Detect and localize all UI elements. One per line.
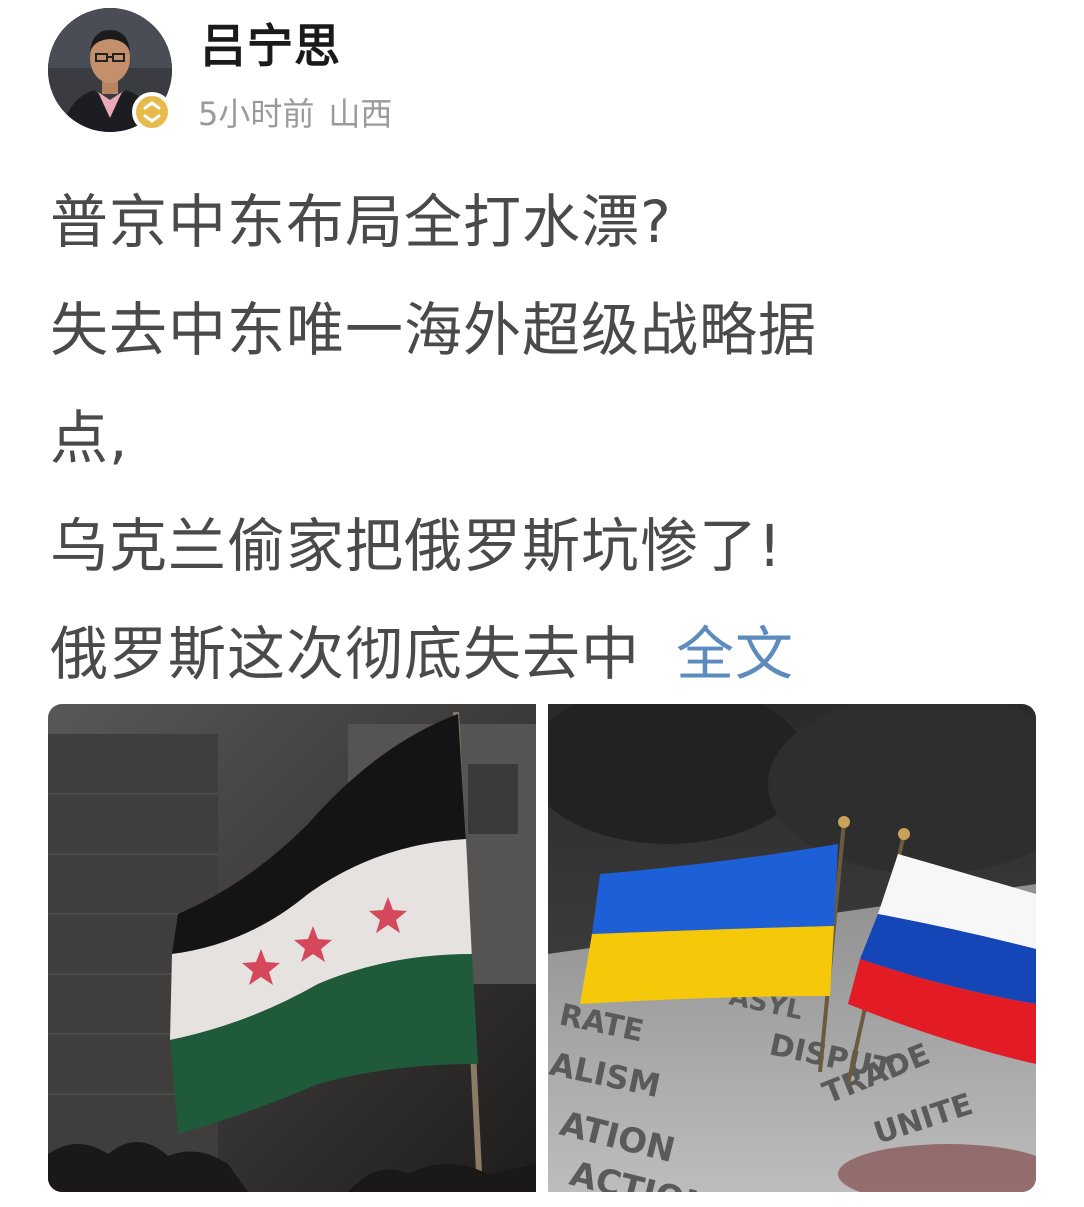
post-location: 山西 (328, 95, 393, 133)
post-meta: 5小时前 山西 (198, 92, 406, 136)
post-text[interactable]: 普京中东布局全打水漂? 失去中东唯一海外超级战略据 点, 乌克兰偷家把俄罗斯坑惨… (50, 168, 1040, 708)
post-text-line: 俄罗斯这次彻底失去中 (50, 620, 641, 688)
post-time: 5小时前 (198, 95, 315, 133)
image-syrian-flag[interactable] (48, 704, 536, 1192)
post-header: 吕宁思 5小时前 山西 (48, 8, 1048, 138)
post-text-line: 普京中东布局全打水漂? (50, 188, 672, 256)
author-name[interactable]: 吕宁思 (200, 18, 341, 74)
post-text-line: 点, (50, 404, 129, 472)
read-more-link[interactable]: 全文 (676, 620, 794, 688)
syrian-opposition-flag-photo-icon (48, 704, 536, 1192)
image-ukraine-russia-flags[interactable]: RATE ASYL DISPUT ALISM TRADE ATION UNITE… (548, 704, 1036, 1192)
image-grid: RATE ASYL DISPUT ALISM TRADE ATION UNITE… (48, 704, 1036, 1192)
post-text-line: 乌克兰偷家把俄罗斯坑惨了! (50, 512, 783, 580)
post-text-line: 失去中东唯一海外超级战略据 (50, 296, 818, 364)
verified-badge-icon (132, 92, 172, 132)
ukraine-russia-flags-photo-icon: RATE ASYL DISPUT ALISM TRADE ATION UNITE… (548, 704, 1036, 1192)
post-text-line-last: 俄罗斯这次彻底失去中 全文 (50, 600, 1040, 708)
